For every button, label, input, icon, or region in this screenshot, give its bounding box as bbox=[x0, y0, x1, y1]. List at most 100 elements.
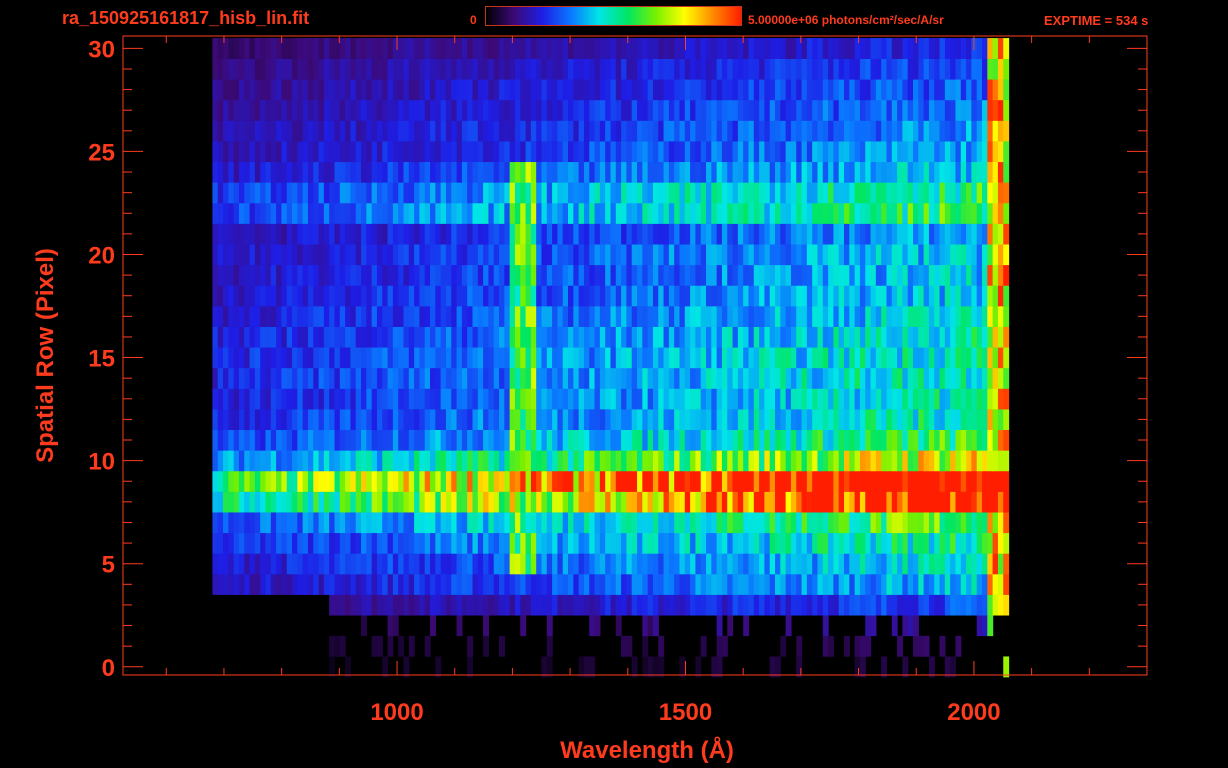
heatmap-cell bbox=[913, 120, 919, 142]
heatmap-cell bbox=[737, 79, 744, 101]
heatmap-cell bbox=[334, 409, 341, 431]
heatmap-cell bbox=[966, 367, 972, 389]
heatmap-cell bbox=[902, 388, 909, 410]
heatmap-cell bbox=[785, 223, 792, 245]
heatmap-cell bbox=[865, 512, 872, 534]
heatmap-cell bbox=[223, 182, 229, 204]
heatmap-cell bbox=[557, 367, 564, 389]
heatmap-cell bbox=[960, 326, 967, 348]
heatmap-cell bbox=[780, 38, 787, 59]
heatmap-cell bbox=[679, 223, 686, 245]
heatmap-cell bbox=[706, 512, 712, 534]
heatmap-cell bbox=[562, 38, 569, 59]
heatmap-cell bbox=[939, 450, 946, 472]
heatmap-cell bbox=[796, 141, 803, 163]
heatmap-cell bbox=[721, 306, 728, 327]
heatmap-cell bbox=[854, 491, 861, 513]
heatmap-cell bbox=[1003, 79, 1010, 101]
heatmap-cell bbox=[801, 470, 808, 492]
heatmap-cell bbox=[307, 202, 314, 224]
heatmap-cell bbox=[891, 161, 898, 183]
heatmap-cell bbox=[424, 285, 431, 307]
heatmap-cell bbox=[270, 182, 277, 204]
heatmap-cell bbox=[992, 141, 999, 163]
heatmap-cell bbox=[334, 244, 341, 266]
heatmap-cell bbox=[477, 182, 484, 204]
heatmap-cell bbox=[621, 553, 628, 575]
heatmap-cell bbox=[461, 388, 468, 410]
heatmap-cell bbox=[663, 409, 670, 431]
heatmap-cell bbox=[265, 326, 272, 348]
heatmap-cell bbox=[759, 38, 765, 59]
heatmap-cell bbox=[790, 161, 797, 183]
heatmap-cell bbox=[844, 553, 850, 575]
heatmap-cell bbox=[966, 141, 972, 163]
heatmap-cell bbox=[790, 553, 797, 575]
heatmap-cell bbox=[737, 347, 744, 369]
heatmap-cell bbox=[589, 58, 596, 80]
heatmap-cell bbox=[881, 141, 888, 163]
heatmap-cell bbox=[637, 79, 643, 101]
heatmap-cell bbox=[897, 306, 903, 327]
heatmap-cell bbox=[233, 141, 240, 163]
heatmap-cell bbox=[695, 38, 702, 59]
heatmap-cell bbox=[950, 182, 957, 204]
heatmap-cell bbox=[647, 285, 654, 307]
heatmap-cell bbox=[674, 79, 681, 101]
heatmap-cell bbox=[403, 99, 410, 121]
heatmap-cell bbox=[419, 409, 426, 431]
heatmap-cell bbox=[276, 244, 283, 266]
heatmap-cell bbox=[700, 573, 707, 595]
heatmap-cell bbox=[928, 58, 935, 80]
heatmap-cell bbox=[844, 306, 850, 327]
heatmap-cell bbox=[440, 450, 447, 472]
heatmap-cell bbox=[987, 388, 994, 410]
heatmap-cell bbox=[562, 594, 569, 616]
heatmap-cell bbox=[525, 161, 532, 183]
heatmap-cell bbox=[971, 58, 978, 80]
heatmap-cell bbox=[679, 161, 686, 183]
heatmap-cell bbox=[270, 264, 277, 286]
heatmap-cell bbox=[376, 367, 383, 389]
heatmap-cell bbox=[599, 306, 606, 327]
heatmap-cell bbox=[578, 120, 585, 142]
heatmap-cell bbox=[361, 388, 367, 410]
heatmap-cell bbox=[339, 99, 346, 121]
heatmap-cell bbox=[748, 409, 755, 431]
heatmap-cell bbox=[801, 347, 808, 369]
heatmap-cell bbox=[562, 182, 569, 204]
heatmap-cell bbox=[647, 58, 654, 80]
heatmap-cell bbox=[865, 450, 872, 472]
heatmap-cell bbox=[345, 141, 352, 163]
heatmap-cell bbox=[350, 120, 357, 142]
heatmap-cell bbox=[223, 58, 229, 80]
heatmap-cell bbox=[711, 347, 718, 369]
heatmap-cell bbox=[376, 347, 383, 369]
heatmap-cell bbox=[939, 470, 946, 492]
heatmap-cell bbox=[748, 512, 755, 534]
heatmap-cell bbox=[339, 367, 346, 389]
heatmap-cell bbox=[684, 347, 691, 369]
heatmap-cell bbox=[838, 120, 845, 142]
heatmap-cell bbox=[233, 182, 240, 204]
heatmap-cell bbox=[589, 615, 596, 637]
heatmap-cell bbox=[530, 58, 537, 80]
heatmap-cell bbox=[939, 326, 946, 348]
heatmap-cell bbox=[711, 429, 718, 451]
heatmap-cell bbox=[223, 99, 229, 121]
heatmap-cell bbox=[483, 306, 490, 327]
heatmap-cell bbox=[323, 553, 330, 575]
heatmap-cell bbox=[997, 367, 1004, 389]
heatmap-cell bbox=[812, 161, 819, 183]
heatmap-cell bbox=[764, 594, 771, 616]
heatmap-cell bbox=[631, 182, 638, 204]
heatmap-cell bbox=[541, 450, 548, 472]
heatmap-cell bbox=[679, 491, 686, 513]
heatmap-cell bbox=[944, 264, 951, 286]
heatmap-cell bbox=[435, 99, 442, 121]
heatmap-cell bbox=[976, 553, 983, 575]
heatmap-cell bbox=[944, 491, 951, 513]
heatmap-cell bbox=[971, 388, 978, 410]
heatmap-cell bbox=[541, 99, 548, 121]
heatmap-cell bbox=[902, 223, 909, 245]
